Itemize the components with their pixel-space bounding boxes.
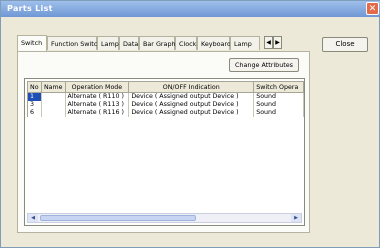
table-row[interactable]: 6 Alternate ( R116 ) Device ( Assigned o… [27,109,304,117]
window-title: Parts List [7,4,53,13]
tab-lamp[interactable]: Lamp [97,36,119,50]
row-switch-operation[interactable]: Sound [253,92,304,101]
tab-scroll-right-icon[interactable]: ▶ [273,36,282,49]
tab-function-switch[interactable]: Function Switch [47,36,101,50]
switch-tab-panel: Change Attributes No Name Operation Mode… [17,51,310,233]
parts-table: No Name Operation Mode ON/OFF Indication… [24,78,305,226]
row-operation-mode[interactable]: Alternate ( R110 ) [65,92,130,101]
tab-bar-graph[interactable]: Bar Graph [139,36,176,50]
tab-switch[interactable]: Switch [17,35,47,51]
table-header-row: No Name Operation Mode ON/OFF Indication… [27,81,304,93]
title-bar[interactable]: Parts List ✕ [1,1,380,17]
table-row[interactable]: 1 Alternate ( R110 ) Device ( Assigned o… [27,92,304,101]
row-onoff-indication[interactable]: Device ( Assigned output Device ) [128,92,255,101]
tab-lamp-2[interactable]: Lamp [230,36,260,50]
parts-list-window: Parts List ✕ Switch Function Switch Lamp… [0,0,380,248]
table-row[interactable]: 3 Alternate ( R113 ) Device ( Assigned o… [27,101,304,109]
horizontal-scrollbar[interactable]: ◀ ▶ [27,213,302,223]
column-header-operation-mode[interactable]: Operation Mode [64,81,130,93]
row-no[interactable]: 6 [27,109,42,117]
row-switch-operation[interactable]: Sound [253,109,304,117]
row-onoff-indication[interactable]: Device ( Assigned output Device ) [128,109,255,117]
row-no[interactable]: 3 [27,101,42,109]
row-switch-operation[interactable]: Sound [253,101,304,109]
column-header-name[interactable]: Name [40,81,66,93]
column-header-no[interactable]: No [27,81,42,93]
column-header-switch-operation[interactable]: Switch Opera [253,81,304,93]
close-button[interactable]: Close [322,37,368,52]
row-onoff-indication[interactable]: Device ( Assigned output Device ) [128,101,255,109]
scroll-left-icon[interactable]: ◀ [28,214,38,222]
row-operation-mode[interactable]: Alternate ( R113 ) [65,101,130,109]
column-header-onoff-indication[interactable]: ON/OFF Indication [128,81,255,93]
row-no[interactable]: 1 [27,92,42,101]
tab-scroll-left-icon[interactable]: ◀ [264,36,273,49]
row-name[interactable] [41,109,66,117]
row-name[interactable] [41,101,66,109]
window-close-icon[interactable]: ✕ [366,2,379,15]
parts-grid: No Name Operation Mode ON/OFF Indication… [27,81,304,117]
scroll-right-icon[interactable]: ▶ [291,214,301,222]
scrollbar-thumb[interactable] [40,215,196,221]
tab-keyboard[interactable]: Keyboard [197,36,231,50]
row-operation-mode[interactable]: Alternate ( R116 ) [65,109,130,117]
row-name[interactable] [41,92,66,101]
change-attributes-button[interactable]: Change Attributes [229,58,299,72]
tab-clock[interactable]: Clock [175,36,197,50]
tab-data[interactable]: Data [119,36,139,50]
